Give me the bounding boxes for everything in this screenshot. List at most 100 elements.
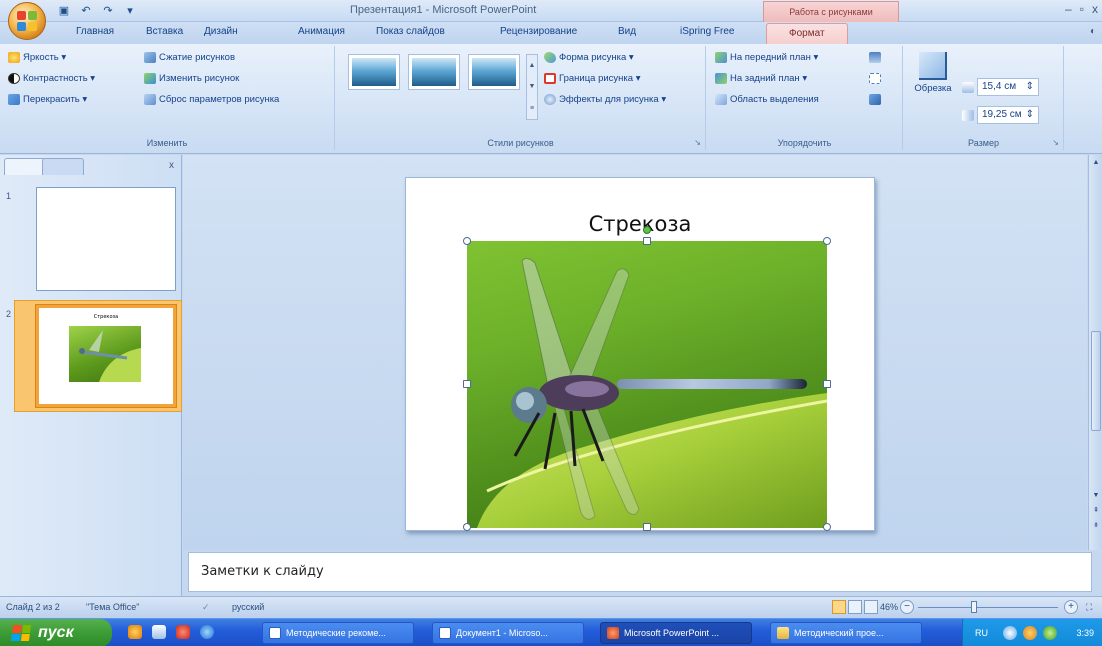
- pane-close-icon[interactable]: x: [169, 160, 174, 171]
- browser-icon[interactable]: [128, 625, 142, 639]
- close-button[interactable]: x: [1092, 2, 1098, 16]
- picture-shape-button[interactable]: Форма рисунка ▾: [544, 52, 634, 63]
- group-objects-button[interactable]: [869, 73, 881, 84]
- taskbar-button-1[interactable]: Методические рекоме...: [262, 622, 414, 644]
- dragonfly-image-icon: [477, 257, 827, 528]
- picture-border-button[interactable]: Граница рисунка ▾: [544, 73, 641, 84]
- dialog-launcher-icon[interactable]: ↘: [694, 138, 701, 147]
- resize-handle[interactable]: [823, 237, 831, 245]
- gallery-down-icon[interactable]: ▼: [529, 83, 536, 90]
- contrast-button[interactable]: Контрастность ▾: [8, 73, 95, 84]
- align-button[interactable]: [869, 52, 881, 63]
- gallery-up-icon[interactable]: ▲: [529, 62, 536, 69]
- zoom-slider-thumb[interactable]: [971, 601, 977, 613]
- slideshow-view-icon[interactable]: [864, 600, 878, 614]
- zoom-level[interactable]: 46%: [880, 602, 898, 612]
- slide-thumbnail-1[interactable]: [36, 187, 176, 291]
- volume-icon[interactable]: [1023, 626, 1037, 640]
- width-input[interactable]: 19,25 см ⇕: [977, 106, 1039, 124]
- dialog-launcher-icon[interactable]: ↘: [1052, 138, 1059, 147]
- selection-pane-button[interactable]: Область выделения: [715, 94, 819, 105]
- resize-handle[interactable]: [463, 523, 471, 531]
- rotate-button[interactable]: [869, 94, 881, 105]
- slides-tab[interactable]: [4, 158, 46, 175]
- title-bar: ▣ ↶ ↷ ▾ Презентация1 - Microsoft PowerPo…: [0, 0, 1102, 22]
- tab-ispring[interactable]: iSpring Free: [680, 26, 734, 37]
- media-icon[interactable]: [176, 625, 190, 639]
- picture-effects-button[interactable]: Эффекты для рисунка ▾: [544, 94, 666, 105]
- tab-review[interactable]: Рецензирование: [500, 26, 577, 37]
- tab-view[interactable]: Вид: [618, 26, 636, 37]
- notes-placeholder[interactable]: Заметки к слайду: [201, 564, 324, 579]
- gallery-more-icon[interactable]: ≡: [530, 105, 534, 112]
- explorer-icon[interactable]: [152, 625, 166, 639]
- taskbar-button-2[interactable]: Документ1 - Microso...: [432, 622, 584, 644]
- picture-style-3[interactable]: [468, 54, 520, 90]
- undo-icon[interactable]: ↶: [78, 3, 94, 18]
- compress-pictures-button[interactable]: Сжатие рисунков: [144, 52, 235, 63]
- group-arrange: На передний план ▾ На задний план ▾ Обла…: [707, 46, 903, 150]
- customize-qat-icon[interactable]: ▾: [122, 3, 138, 18]
- slide-title[interactable]: Стрекоза: [406, 212, 874, 236]
- tab-insert[interactable]: Вставка: [146, 26, 183, 37]
- tab-animation[interactable]: Анимация: [298, 26, 345, 37]
- bring-to-front-button[interactable]: На передний план ▾: [715, 52, 818, 63]
- taskbar-button-4[interactable]: Методический прое...: [770, 622, 922, 644]
- dragonfly-picture[interactable]: [467, 241, 827, 528]
- network-icon[interactable]: [1003, 626, 1017, 640]
- taskbar-button-3[interactable]: Microsoft PowerPoint ...: [600, 622, 752, 644]
- tab-slideshow[interactable]: Показ слайдов: [376, 26, 445, 37]
- start-button[interactable]: пуск: [0, 619, 112, 646]
- security-icon[interactable]: [1043, 626, 1057, 640]
- ie-icon[interactable]: [200, 625, 214, 639]
- vertical-scrollbar[interactable]: ▲ ▼ ⇞ ⇟: [1088, 155, 1102, 550]
- slide-thumbnail-2[interactable]: Стрекоза: [36, 305, 176, 407]
- picture-style-1[interactable]: [348, 54, 400, 90]
- tab-design[interactable]: Дизайн: [204, 26, 238, 37]
- language-indicator[interactable]: русский: [232, 602, 264, 612]
- scrollbar-thumb[interactable]: [1091, 331, 1101, 431]
- zoom-out-icon[interactable]: −: [900, 600, 914, 614]
- notes-pane[interactable]: Заметки к слайду: [188, 552, 1092, 592]
- resize-handle[interactable]: [823, 380, 831, 388]
- minimize-button[interactable]: –: [1065, 2, 1072, 16]
- recolor-button[interactable]: Перекрасить ▾: [8, 94, 87, 105]
- normal-view-icon[interactable]: [832, 600, 846, 614]
- send-to-back-button[interactable]: На задний план ▾: [715, 73, 807, 84]
- resize-handle[interactable]: [463, 380, 471, 388]
- next-slide-icon[interactable]: ⇟: [1090, 520, 1102, 532]
- tab-home[interactable]: Главная: [76, 26, 114, 37]
- slide-canvas[interactable]: Стрекоза: [405, 177, 875, 531]
- zoom-slider[interactable]: [918, 601, 1058, 613]
- spinner-icon[interactable]: ⇕: [1026, 109, 1034, 121]
- redo-icon[interactable]: ↷: [100, 3, 116, 18]
- previous-slide-icon[interactable]: ⇞: [1090, 505, 1102, 517]
- resize-handle[interactable]: [643, 237, 651, 245]
- help-icon[interactable]: ◐: [1090, 26, 1096, 37]
- picture-style-2[interactable]: [408, 54, 460, 90]
- tab-format[interactable]: Формат: [766, 23, 848, 44]
- spinner-icon[interactable]: ⇕: [1026, 81, 1034, 93]
- slide-sorter-view-icon[interactable]: [848, 600, 862, 614]
- quick-access-toolbar: ▣ ↶ ↷ ▾: [56, 3, 138, 18]
- keyboard-language[interactable]: RU: [975, 628, 988, 638]
- scroll-up-icon[interactable]: ▲: [1090, 157, 1102, 169]
- spellcheck-icon[interactable]: ✓: [202, 602, 210, 613]
- reset-picture-button[interactable]: Сброс параметров рисунка: [144, 94, 279, 105]
- resize-handle[interactable]: [463, 237, 471, 245]
- resize-handle[interactable]: [823, 523, 831, 531]
- scroll-down-icon[interactable]: ▼: [1090, 490, 1102, 502]
- fit-to-window-icon[interactable]: ⛶: [1086, 602, 1092, 613]
- save-icon[interactable]: ▣: [56, 3, 72, 18]
- resize-handle[interactable]: [643, 523, 651, 531]
- office-button[interactable]: [8, 2, 46, 40]
- styles-gallery-scroll[interactable]: ▲ ▼ ≡: [526, 54, 538, 120]
- change-picture-button[interactable]: Изменить рисунок: [144, 73, 239, 84]
- rotation-handle[interactable]: [643, 226, 651, 234]
- outline-tab[interactable]: [42, 158, 84, 175]
- brightness-button[interactable]: Яркость ▾: [8, 52, 66, 63]
- restore-button[interactable]: ▫: [1080, 2, 1084, 16]
- height-input[interactable]: 15,4 см ⇕: [977, 78, 1039, 96]
- zoom-in-icon[interactable]: +: [1064, 600, 1078, 614]
- crop-button[interactable]: Обрезка: [910, 52, 956, 118]
